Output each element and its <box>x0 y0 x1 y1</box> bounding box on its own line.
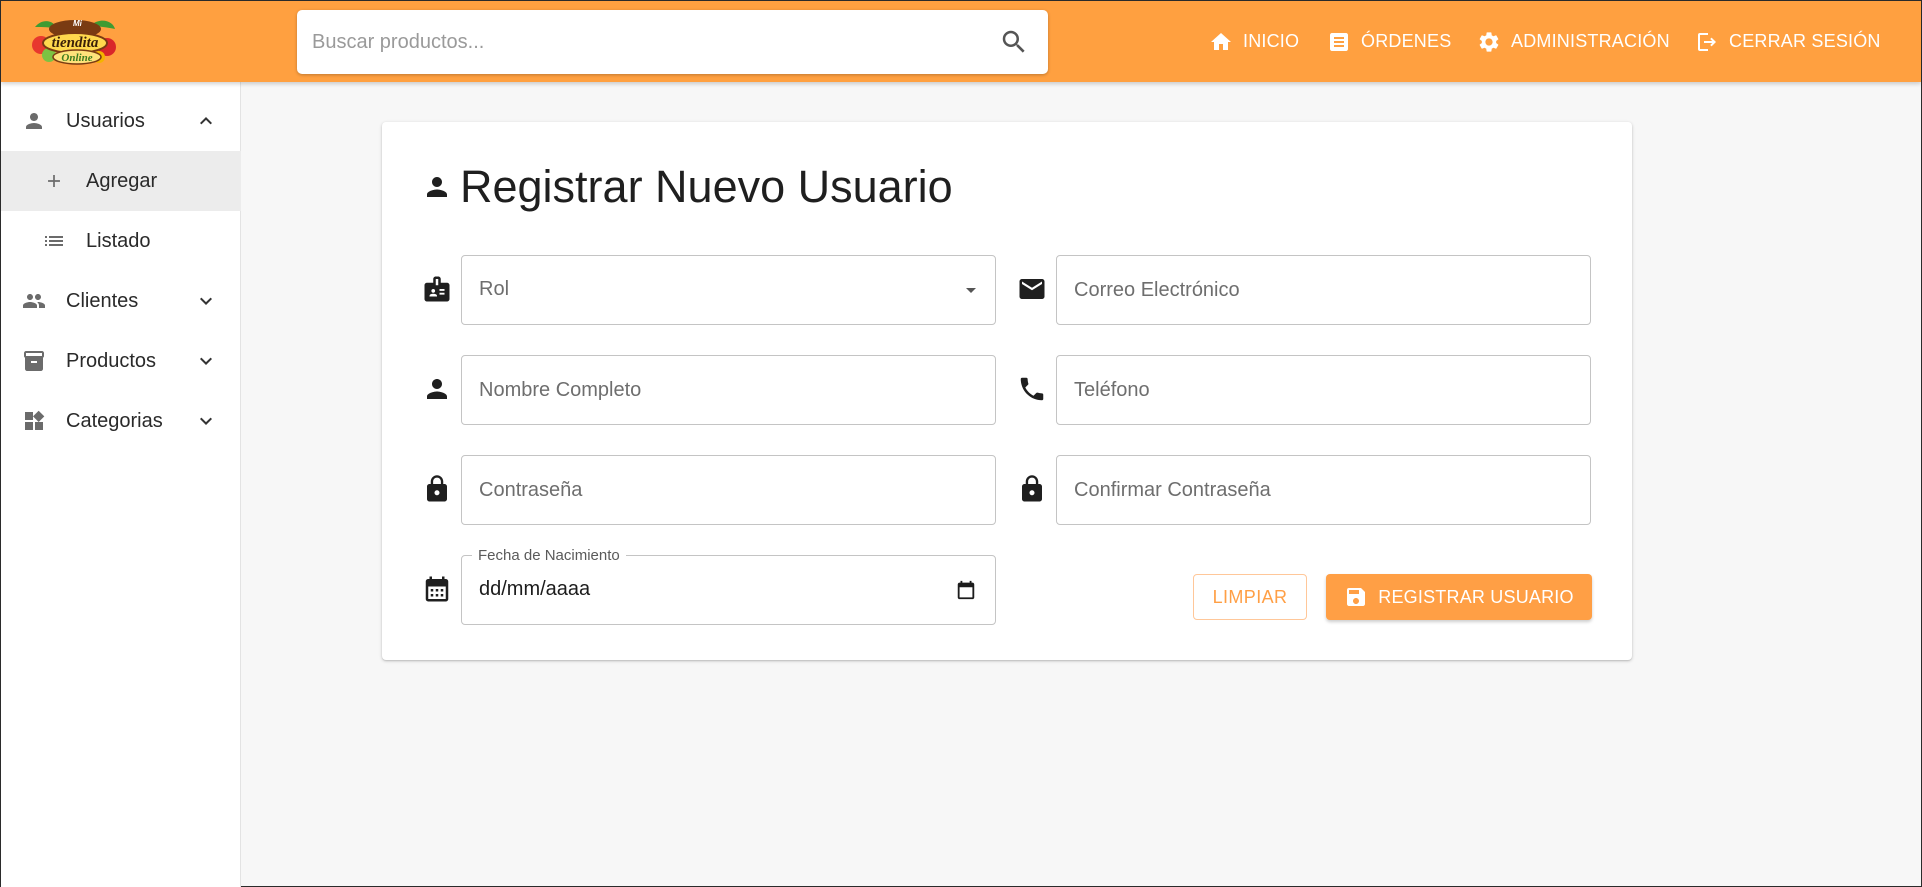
sidebar-item-usuarios[interactable]: Usuarios <box>1 91 241 151</box>
confirm-password-field <box>1056 455 1591 525</box>
rol-select[interactable]: Rol <box>461 255 996 325</box>
email-input[interactable] <box>1057 256 1590 324</box>
phone-input[interactable] <box>1057 356 1590 424</box>
receipt-icon <box>1330 32 1348 51</box>
nav-cerrar-sesion[interactable]: CERRAR SESIÓN <box>1695 1 1881 82</box>
chevron-down-icon <box>194 289 218 313</box>
sidebar-item-agregar[interactable]: Agregar <box>1 151 241 211</box>
password-field <box>461 455 996 525</box>
list-icon <box>42 229 66 253</box>
sidebar-item-label: Agregar <box>86 170 158 192</box>
calendar-icon <box>422 574 452 604</box>
person-icon <box>427 177 447 197</box>
logo-graphic: Mi tiendita Online <box>32 19 116 65</box>
clear-button-label: LIMPIAR <box>1212 586 1288 607</box>
nav-cerrar-sesion-label: CERRAR SESIÓN <box>1729 31 1881 51</box>
phone-field <box>1056 355 1591 425</box>
sidebar-item-clientes[interactable]: Clientes <box>1 271 241 331</box>
sidebar-item-label: Categorias <box>66 410 163 432</box>
top-bar: Mi tiendita Online INICIO ÓRDENES ADMINI… <box>1 1 1921 82</box>
confirm-password-input[interactable] <box>1057 456 1590 524</box>
birthdate-value: dd/mm/aaaa <box>479 578 591 600</box>
calendar-picker-icon[interactable] <box>955 579 977 601</box>
register-user-button[interactable]: REGISTRAR USUARIO <box>1326 574 1592 620</box>
logo-text-bottom: Online <box>61 52 92 64</box>
logout-icon <box>1698 32 1716 51</box>
nav-ordenes-label: ÓRDENES <box>1361 31 1452 51</box>
birthdate-label: Fecha de Nacimiento <box>472 547 626 564</box>
search-bar <box>297 10 1048 74</box>
full-name-input[interactable] <box>462 356 995 424</box>
chevron-down-icon <box>194 409 218 433</box>
page-title-text: Registrar Nuevo Usuario <box>460 161 953 212</box>
brand-logo[interactable]: Mi tiendita Online <box>29 15 119 67</box>
full-name-field <box>461 355 996 425</box>
lock-icon <box>422 474 452 504</box>
logo-text-top: Mi <box>73 19 83 28</box>
gear-icon <box>1479 31 1499 52</box>
register-user-button-label: REGISTRAR USUARIO <box>1378 586 1574 607</box>
person-icon <box>422 374 452 404</box>
people-icon <box>22 289 46 313</box>
sidebar-item-label: Productos <box>66 350 157 372</box>
nav-administracion[interactable]: ADMINISTRACIÓN <box>1477 1 1670 82</box>
dashboard-icon <box>22 409 46 433</box>
chevron-up-icon <box>194 109 218 133</box>
sidebar-item-productos[interactable]: Productos <box>1 331 241 391</box>
search-input[interactable] <box>297 10 987 74</box>
badge-icon <box>422 274 452 304</box>
logo-text-mid: tiendita <box>52 35 99 51</box>
sidebar-item-label: Usuarios <box>66 110 145 132</box>
search-icon[interactable] <box>999 27 1029 57</box>
password-input[interactable] <box>462 456 995 524</box>
plus-icon <box>42 169 66 193</box>
sidebar-item-categorias[interactable]: Categorias <box>1 391 241 451</box>
register-user-card: Registrar Nuevo Usuario Rol Correo Elect… <box>382 122 1632 660</box>
chevron-down-icon <box>194 349 218 373</box>
phone-icon <box>1017 374 1047 404</box>
clear-button[interactable]: LIMPIAR <box>1193 574 1307 620</box>
rol-select-value: Rol <box>479 278 510 300</box>
person-icon <box>22 109 46 133</box>
home-icon <box>1211 32 1231 50</box>
sidebar-item-label: Listado <box>86 230 151 252</box>
sidebar: Usuarios Agregar Listado Clientes Produc… <box>1 82 241 887</box>
nav-ordenes[interactable]: ÓRDENES <box>1327 1 1451 82</box>
archive-icon <box>22 349 46 373</box>
sidebar-item-label: Clientes <box>66 290 139 312</box>
email-icon <box>1017 274 1047 304</box>
save-icon <box>1347 588 1366 606</box>
sidebar-item-listado[interactable]: Listado <box>1 211 241 271</box>
caret-down-icon <box>959 278 983 302</box>
nav-administracion-label: ADMINISTRACIÓN <box>1511 31 1670 51</box>
nav-inicio[interactable]: INICIO <box>1209 1 1299 82</box>
lock-icon <box>1017 474 1047 504</box>
email-field <box>1056 255 1591 325</box>
nav-inicio-label: INICIO <box>1243 31 1300 51</box>
page-title: Registrar Nuevo Usuario <box>422 160 953 214</box>
birthdate-field[interactable]: Fecha de Nacimiento dd/mm/aaaa <box>461 547 996 625</box>
